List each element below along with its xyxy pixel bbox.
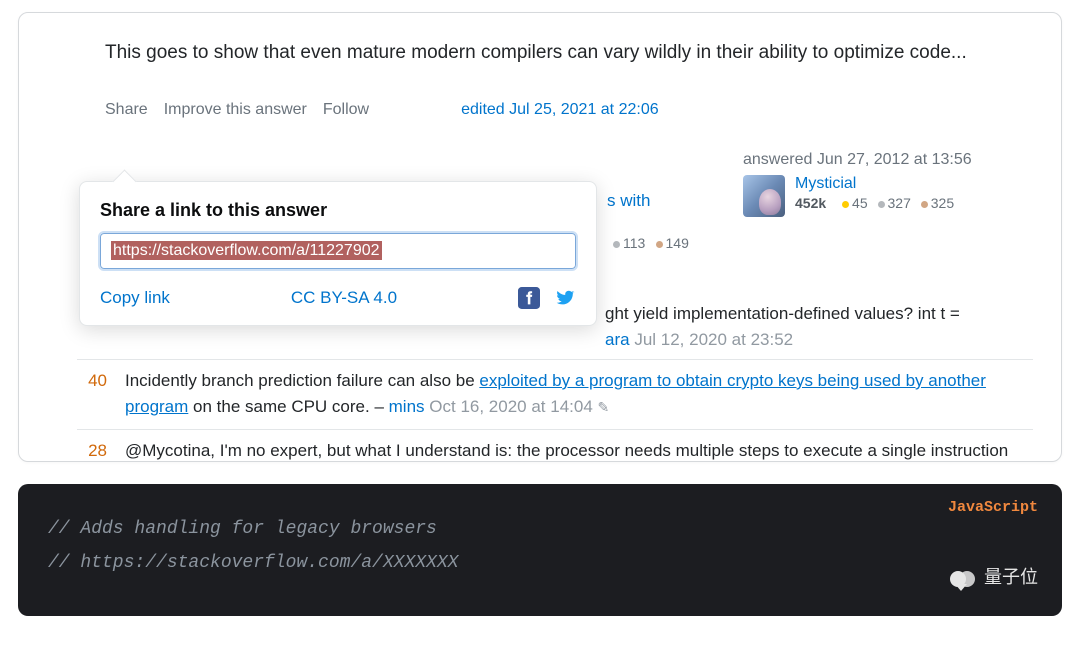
language-label: JavaScript xyxy=(948,494,1038,523)
editor-name-fragment[interactable]: s with xyxy=(607,191,650,210)
share-button[interactable]: Share xyxy=(105,101,148,119)
comment-body: @Mycotina, I'm no expert, but what I und… xyxy=(125,438,1033,462)
share-url-input[interactable]: https://stackoverflow.com/a/11227902 xyxy=(100,233,576,269)
watermark: 量子位 xyxy=(950,562,1038,596)
answer-actions: Share Improve this answer Follow edited … xyxy=(47,67,1033,119)
comment-text-post: on the same CPU core. – xyxy=(188,397,388,416)
avatar[interactable] xyxy=(743,175,785,217)
comment-time: Oct 16, 2020 at 14:04 xyxy=(429,397,593,416)
facebook-icon[interactable] xyxy=(518,287,540,309)
edited-info[interactable]: edited Jul 25, 2021 at 22:06 xyxy=(461,101,659,119)
gold-count: 45 xyxy=(852,195,868,211)
comment-text: @Mycotina, I'm no expert, but what I und… xyxy=(125,441,1008,462)
watermark-text: 量子位 xyxy=(984,562,1038,596)
bronze-badge-icon xyxy=(921,201,928,208)
answer-owner: answered Jun 27, 2012 at 13:56 Mysticial… xyxy=(743,151,1033,217)
user-name-link[interactable]: Mysticial xyxy=(795,175,954,193)
comment-author[interactable]: mins xyxy=(389,397,425,416)
silver-count: 327 xyxy=(888,195,911,211)
follow-button[interactable]: Follow xyxy=(323,101,369,119)
comment-row: 28 @Mycotina, I'm no expert, but what I … xyxy=(77,429,1033,462)
comment-text-fragment: ght yield implementation-defined values?… xyxy=(605,304,960,323)
comment-votes: 28 xyxy=(77,438,107,462)
code-line: // https://stackoverflow.com/a/XXXXXXX xyxy=(48,546,1032,580)
silver-badge-icon xyxy=(878,201,885,208)
improve-answer-button[interactable]: Improve this answer xyxy=(164,101,307,119)
share-title: Share a link to this answer xyxy=(100,200,576,221)
gold-badge-icon xyxy=(842,201,849,208)
comment-text: Incidently branch prediction failure can… xyxy=(125,371,479,390)
edited-time: Jul 25, 2021 at 22:06 xyxy=(509,101,658,118)
editor-badges-peek: 113 149 xyxy=(607,235,689,252)
answered-time: Jun 27, 2012 at 13:56 xyxy=(817,151,972,168)
editor-bronze: 149 xyxy=(666,235,689,251)
editor-silver: 113 xyxy=(623,235,645,251)
pencil-icon: ✎ xyxy=(598,399,610,415)
answer-body: This goes to show that even mature moder… xyxy=(47,33,1033,67)
comment-fragment: ght yield implementation-defined values?… xyxy=(605,301,1033,352)
wechat-icon xyxy=(950,568,976,590)
license-link[interactable]: CC BY-SA 4.0 xyxy=(291,288,397,308)
comment-votes: 40 xyxy=(77,368,107,421)
answered-prefix: answered xyxy=(743,151,817,168)
reputation-row: 452k 45 327 325 xyxy=(795,195,954,211)
silver-badge-icon xyxy=(613,241,620,248)
comments-list: 40 Incidently branch prediction failure … xyxy=(77,359,1033,462)
code-line: // Adds handling for legacy browsers xyxy=(48,512,1032,546)
share-popover: Share a link to this answer https://stac… xyxy=(79,181,597,326)
bronze-badge-icon xyxy=(656,241,663,248)
edited-prefix: edited xyxy=(461,101,509,118)
copy-link-button[interactable]: Copy link xyxy=(100,288,170,308)
code-block: JavaScript // Adds handling for legacy b… xyxy=(18,484,1062,616)
answer-card: This goes to show that even mature moder… xyxy=(18,12,1062,462)
comment-author-fragment[interactable]: ara xyxy=(605,330,630,349)
bronze-count: 325 xyxy=(931,195,954,211)
editor-peek: s with xyxy=(607,191,650,211)
comment-row: 40 Incidently branch prediction failure … xyxy=(77,359,1033,429)
twitter-icon[interactable] xyxy=(554,287,576,309)
reputation: 452k xyxy=(795,195,826,211)
comment-time: Jul 12, 2020 at 23:52 xyxy=(634,330,793,349)
comment-body: Incidently branch prediction failure can… xyxy=(125,368,1033,421)
share-url-text[interactable]: https://stackoverflow.com/a/11227902 xyxy=(111,241,382,260)
